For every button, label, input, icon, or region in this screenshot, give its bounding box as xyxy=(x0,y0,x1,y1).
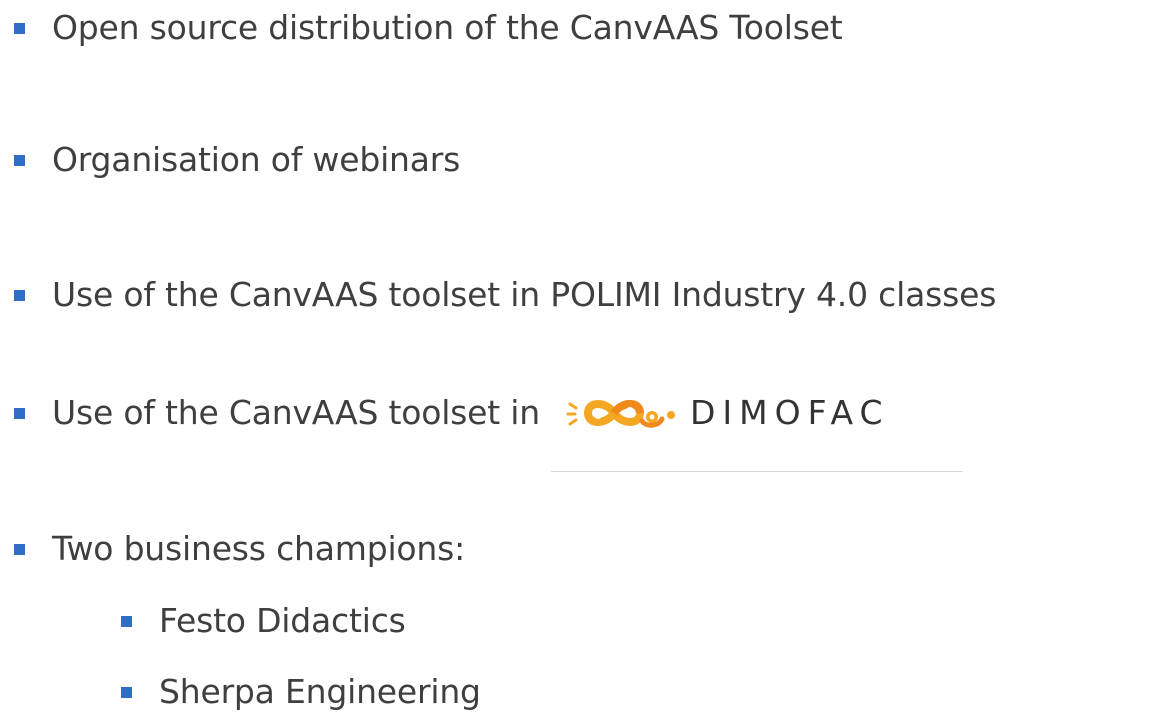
bullet-text: Use of the CanvAAS toolset in xyxy=(52,393,540,432)
bullet-square-icon xyxy=(14,289,25,301)
bullet-square-icon xyxy=(14,22,25,34)
sub-bullet-item-1: Festo Didactics xyxy=(121,597,406,645)
bullet-item-4: Use of the CanvAAS toolset in DIMOFAC xyxy=(14,389,963,472)
bullet-square-icon xyxy=(14,407,25,419)
bullet-text: Sherpa Engineering xyxy=(159,672,481,711)
bullet-square-icon xyxy=(14,154,25,166)
bullet-text: Organisation of webinars xyxy=(52,140,461,179)
bullet-item-5: Two business champions: xyxy=(14,525,465,573)
bullet-item-3: Use of the CanvAAS toolset in POLIMI Ind… xyxy=(14,271,996,319)
bullet-square-icon xyxy=(14,543,25,555)
logo-wordmark: DIMOFAC xyxy=(690,393,890,432)
bullet-item-2: Organisation of webinars xyxy=(14,136,460,184)
sub-bullet-item-2: Sherpa Engineering xyxy=(121,668,481,716)
bullet-square-icon xyxy=(121,615,132,627)
dimofac-logo-icon xyxy=(566,400,675,428)
bullet-text: Festo Didactics xyxy=(159,601,406,640)
bullet-text: Two business champions: xyxy=(52,529,466,568)
bullet-text: Use of the CanvAAS toolset in POLIMI Ind… xyxy=(52,275,997,314)
bullet-item-1: Open source distribution of the CanvAAS … xyxy=(14,4,843,52)
bullet-text: Open source distribution of the CanvAAS … xyxy=(52,8,843,47)
dimofac-logo: DIMOFAC xyxy=(551,389,963,472)
bullet-square-icon xyxy=(121,686,132,698)
logo-underline xyxy=(551,471,963,472)
